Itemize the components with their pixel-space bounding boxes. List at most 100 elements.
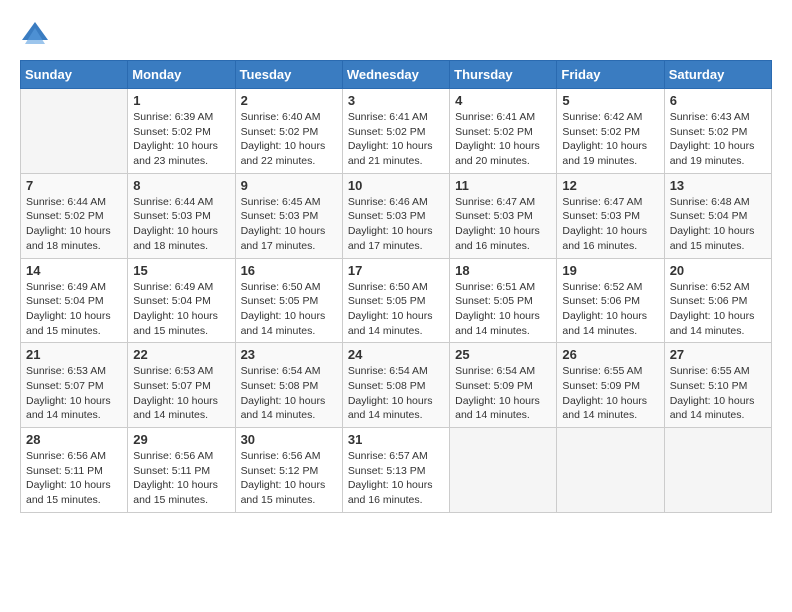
day-number: 21 bbox=[26, 347, 122, 362]
day-number: 22 bbox=[133, 347, 229, 362]
calendar-day-cell: 17 Sunrise: 6:50 AM Sunset: 5:05 PM Dayl… bbox=[342, 258, 449, 343]
sunset-text: Sunset: 5:02 PM bbox=[455, 126, 533, 138]
calendar-day-cell: 15 Sunrise: 6:49 AM Sunset: 5:04 PM Dayl… bbox=[128, 258, 235, 343]
daylight-text: Daylight: 10 hours and 20 minutes. bbox=[455, 140, 540, 167]
calendar-day-cell: 13 Sunrise: 6:48 AM Sunset: 5:04 PM Dayl… bbox=[664, 173, 771, 258]
sunrise-text: Sunrise: 6:49 AM bbox=[133, 281, 213, 293]
sunrise-text: Sunrise: 6:51 AM bbox=[455, 281, 535, 293]
sunrise-text: Sunrise: 6:46 AM bbox=[348, 196, 428, 208]
daylight-text: Daylight: 10 hours and 14 minutes. bbox=[241, 310, 326, 337]
daylight-text: Daylight: 10 hours and 15 minutes. bbox=[241, 479, 326, 506]
sunset-text: Sunset: 5:02 PM bbox=[562, 126, 640, 138]
day-info: Sunrise: 6:55 AM Sunset: 5:10 PM Dayligh… bbox=[670, 364, 766, 423]
daylight-text: Daylight: 10 hours and 18 minutes. bbox=[133, 225, 218, 252]
calendar-table: SundayMondayTuesdayWednesdayThursdayFrid… bbox=[20, 60, 772, 513]
daylight-text: Daylight: 10 hours and 14 minutes. bbox=[670, 395, 755, 422]
day-number: 11 bbox=[455, 178, 551, 193]
sunset-text: Sunset: 5:13 PM bbox=[348, 465, 426, 477]
day-info: Sunrise: 6:54 AM Sunset: 5:08 PM Dayligh… bbox=[241, 364, 337, 423]
calendar-day-cell bbox=[664, 428, 771, 513]
day-of-week-header: Sunday bbox=[21, 61, 128, 89]
sunrise-text: Sunrise: 6:52 AM bbox=[670, 281, 750, 293]
day-number: 15 bbox=[133, 263, 229, 278]
day-info: Sunrise: 6:53 AM Sunset: 5:07 PM Dayligh… bbox=[26, 364, 122, 423]
sunset-text: Sunset: 5:12 PM bbox=[241, 465, 319, 477]
logo-icon bbox=[20, 20, 50, 50]
day-info: Sunrise: 6:44 AM Sunset: 5:02 PM Dayligh… bbox=[26, 195, 122, 254]
day-info: Sunrise: 6:51 AM Sunset: 5:05 PM Dayligh… bbox=[455, 280, 551, 339]
sunrise-text: Sunrise: 6:45 AM bbox=[241, 196, 321, 208]
day-number: 5 bbox=[562, 93, 658, 108]
calendar-day-cell bbox=[21, 89, 128, 174]
sunset-text: Sunset: 5:10 PM bbox=[670, 380, 748, 392]
day-info: Sunrise: 6:54 AM Sunset: 5:08 PM Dayligh… bbox=[348, 364, 444, 423]
daylight-text: Daylight: 10 hours and 15 minutes. bbox=[26, 479, 111, 506]
calendar-day-cell: 5 Sunrise: 6:42 AM Sunset: 5:02 PM Dayli… bbox=[557, 89, 664, 174]
calendar-day-cell: 3 Sunrise: 6:41 AM Sunset: 5:02 PM Dayli… bbox=[342, 89, 449, 174]
sunset-text: Sunset: 5:03 PM bbox=[241, 210, 319, 222]
day-info: Sunrise: 6:50 AM Sunset: 5:05 PM Dayligh… bbox=[241, 280, 337, 339]
day-info: Sunrise: 6:43 AM Sunset: 5:02 PM Dayligh… bbox=[670, 110, 766, 169]
day-info: Sunrise: 6:46 AM Sunset: 5:03 PM Dayligh… bbox=[348, 195, 444, 254]
daylight-text: Daylight: 10 hours and 15 minutes. bbox=[26, 310, 111, 337]
calendar-week-row: 1 Sunrise: 6:39 AM Sunset: 5:02 PM Dayli… bbox=[21, 89, 772, 174]
day-info: Sunrise: 6:54 AM Sunset: 5:09 PM Dayligh… bbox=[455, 364, 551, 423]
sunrise-text: Sunrise: 6:53 AM bbox=[26, 365, 106, 377]
sunset-text: Sunset: 5:02 PM bbox=[241, 126, 319, 138]
calendar-day-cell bbox=[450, 428, 557, 513]
sunset-text: Sunset: 5:07 PM bbox=[133, 380, 211, 392]
sunset-text: Sunset: 5:03 PM bbox=[133, 210, 211, 222]
sunrise-text: Sunrise: 6:44 AM bbox=[133, 196, 213, 208]
daylight-text: Daylight: 10 hours and 18 minutes. bbox=[26, 225, 111, 252]
daylight-text: Daylight: 10 hours and 21 minutes. bbox=[348, 140, 433, 167]
day-number: 2 bbox=[241, 93, 337, 108]
day-info: Sunrise: 6:57 AM Sunset: 5:13 PM Dayligh… bbox=[348, 449, 444, 508]
calendar-day-cell: 2 Sunrise: 6:40 AM Sunset: 5:02 PM Dayli… bbox=[235, 89, 342, 174]
sunset-text: Sunset: 5:11 PM bbox=[26, 465, 103, 477]
day-number: 9 bbox=[241, 178, 337, 193]
sunset-text: Sunset: 5:04 PM bbox=[133, 295, 211, 307]
day-info: Sunrise: 6:42 AM Sunset: 5:02 PM Dayligh… bbox=[562, 110, 658, 169]
sunrise-text: Sunrise: 6:54 AM bbox=[348, 365, 428, 377]
sunset-text: Sunset: 5:08 PM bbox=[241, 380, 319, 392]
calendar-day-cell: 6 Sunrise: 6:43 AM Sunset: 5:02 PM Dayli… bbox=[664, 89, 771, 174]
day-number: 26 bbox=[562, 347, 658, 362]
calendar-week-row: 14 Sunrise: 6:49 AM Sunset: 5:04 PM Dayl… bbox=[21, 258, 772, 343]
day-number: 19 bbox=[562, 263, 658, 278]
day-info: Sunrise: 6:39 AM Sunset: 5:02 PM Dayligh… bbox=[133, 110, 229, 169]
sunrise-text: Sunrise: 6:43 AM bbox=[670, 111, 750, 123]
daylight-text: Daylight: 10 hours and 23 minutes. bbox=[133, 140, 218, 167]
day-number: 27 bbox=[670, 347, 766, 362]
daylight-text: Daylight: 10 hours and 19 minutes. bbox=[670, 140, 755, 167]
calendar-day-cell bbox=[557, 428, 664, 513]
day-number: 14 bbox=[26, 263, 122, 278]
sunrise-text: Sunrise: 6:55 AM bbox=[562, 365, 642, 377]
sunrise-text: Sunrise: 6:53 AM bbox=[133, 365, 213, 377]
sunrise-text: Sunrise: 6:40 AM bbox=[241, 111, 321, 123]
daylight-text: Daylight: 10 hours and 14 minutes. bbox=[455, 310, 540, 337]
calendar-day-cell: 26 Sunrise: 6:55 AM Sunset: 5:09 PM Dayl… bbox=[557, 343, 664, 428]
page-header bbox=[20, 20, 772, 50]
calendar-day-cell: 19 Sunrise: 6:52 AM Sunset: 5:06 PM Dayl… bbox=[557, 258, 664, 343]
calendar-day-cell: 23 Sunrise: 6:54 AM Sunset: 5:08 PM Dayl… bbox=[235, 343, 342, 428]
day-number: 1 bbox=[133, 93, 229, 108]
sunset-text: Sunset: 5:02 PM bbox=[348, 126, 426, 138]
calendar-header-row: SundayMondayTuesdayWednesdayThursdayFrid… bbox=[21, 61, 772, 89]
logo bbox=[20, 20, 54, 50]
calendar-day-cell: 29 Sunrise: 6:56 AM Sunset: 5:11 PM Dayl… bbox=[128, 428, 235, 513]
daylight-text: Daylight: 10 hours and 14 minutes. bbox=[133, 395, 218, 422]
day-info: Sunrise: 6:45 AM Sunset: 5:03 PM Dayligh… bbox=[241, 195, 337, 254]
day-of-week-header: Saturday bbox=[664, 61, 771, 89]
calendar-week-row: 7 Sunrise: 6:44 AM Sunset: 5:02 PM Dayli… bbox=[21, 173, 772, 258]
day-of-week-header: Wednesday bbox=[342, 61, 449, 89]
daylight-text: Daylight: 10 hours and 16 minutes. bbox=[348, 479, 433, 506]
day-of-week-header: Friday bbox=[557, 61, 664, 89]
calendar-week-row: 28 Sunrise: 6:56 AM Sunset: 5:11 PM Dayl… bbox=[21, 428, 772, 513]
daylight-text: Daylight: 10 hours and 14 minutes. bbox=[562, 310, 647, 337]
sunset-text: Sunset: 5:03 PM bbox=[562, 210, 640, 222]
daylight-text: Daylight: 10 hours and 19 minutes. bbox=[562, 140, 647, 167]
day-info: Sunrise: 6:53 AM Sunset: 5:07 PM Dayligh… bbox=[133, 364, 229, 423]
day-info: Sunrise: 6:55 AM Sunset: 5:09 PM Dayligh… bbox=[562, 364, 658, 423]
daylight-text: Daylight: 10 hours and 14 minutes. bbox=[241, 395, 326, 422]
sunset-text: Sunset: 5:09 PM bbox=[455, 380, 533, 392]
